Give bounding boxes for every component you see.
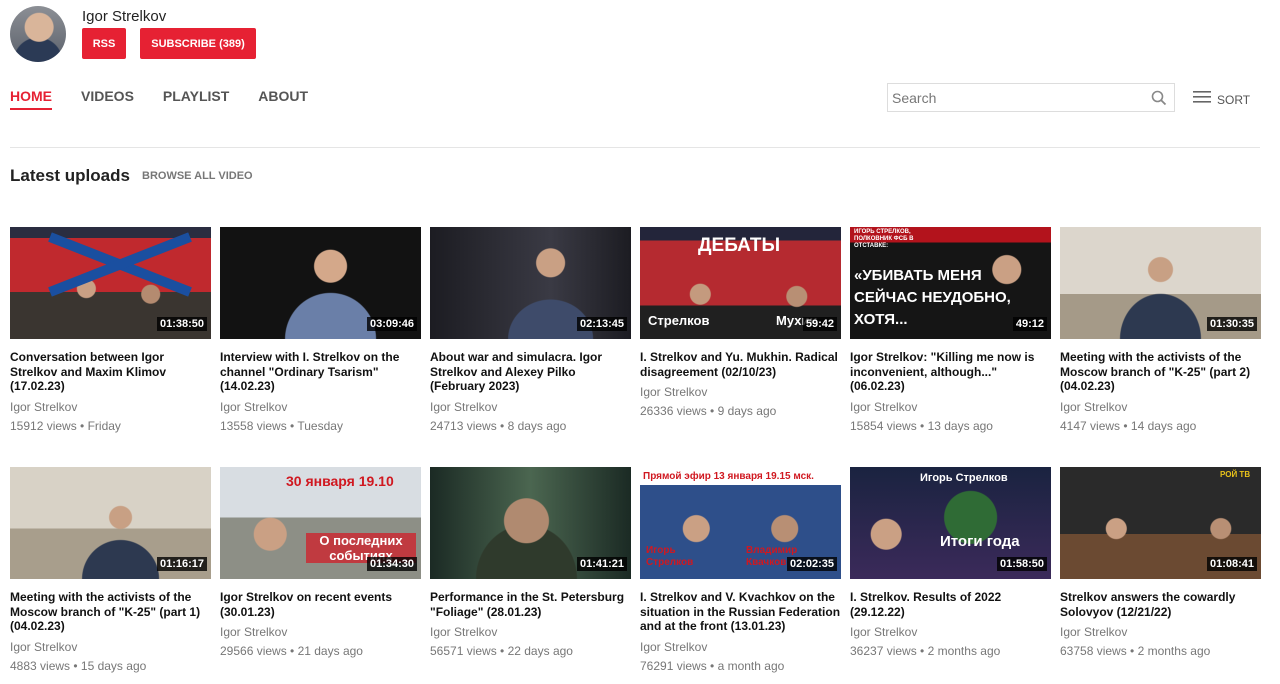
video-title[interactable]: Meeting with the activists of the Moscow… — [10, 590, 211, 634]
thumbnail-overlay-text: Прямой эфир 13 января 19.15 мск. — [643, 471, 814, 482]
channel-nav: HOME VIDEOS PLAYLIST ABOUT — [10, 88, 337, 110]
video-duration: 01:16:17 — [156, 557, 207, 571]
video-duration: 01:58:50 — [996, 557, 1047, 571]
video-meta: 4147 views • 14 days ago — [1060, 418, 1197, 433]
thumbnail-overlay-text: Игорь Стрелков — [646, 545, 694, 568]
video-title[interactable]: I. Strelkov. Results of 2022 (29.12.22) — [850, 590, 1051, 619]
video-title[interactable]: Interview with I. Strelkov on the channe… — [220, 350, 421, 394]
video-author[interactable]: Igor Strelkov — [10, 640, 211, 654]
tab-about[interactable]: ABOUT — [258, 88, 308, 110]
video-duration: 01:34:30 — [366, 557, 417, 571]
video-meta: 56571 views • 22 days ago — [430, 644, 573, 658]
video-card[interactable]: ДЕБАТЫ Стрелков Мухин 59:42 I. Strelkov … — [640, 227, 841, 418]
header-divider — [10, 147, 1260, 148]
sort-button[interactable]: SORT — [1193, 90, 1250, 109]
video-card[interactable]: 01:41:21 Performance in the St. Petersbu… — [430, 467, 631, 658]
tab-videos[interactable]: VIDEOS — [81, 88, 134, 110]
video-card[interactable]: Прямой эфир 13 января 19.15 мск. Игорь С… — [640, 467, 841, 673]
tab-home[interactable]: HOME — [10, 88, 52, 110]
video-duration: 59:42 — [802, 317, 837, 331]
video-title[interactable]: Strelkov answers the cowardly Solovyov (… — [1060, 590, 1261, 619]
video-title[interactable]: About war and simulacra. Igor Strelkov a… — [430, 350, 631, 394]
thumbnail-overlay-text: Игорь Стрелков — [920, 472, 1008, 484]
rss-button[interactable]: RSS — [82, 28, 126, 59]
thumbnail-overlay-text: Стрелков — [648, 313, 710, 328]
search-box — [887, 83, 1175, 112]
video-author[interactable]: Igor Strelkov — [1060, 400, 1261, 414]
channel-avatar[interactable] — [10, 6, 66, 62]
video-card[interactable]: ИГОРЬ СТРЕЛКОВ, ПОЛКОВНИК ФСБ В ОТСТАВКЕ… — [850, 227, 1051, 433]
video-card[interactable]: РОЙ ТВ 01:08:41 Strelkov answers the cow… — [1060, 467, 1261, 658]
video-card[interactable]: 02:13:45 About war and simulacra. Igor S… — [430, 227, 631, 433]
sort-icon — [1193, 90, 1211, 109]
video-meta: 15854 views • 13 days ago — [850, 418, 993, 433]
video-author[interactable]: Igor Strelkov — [430, 400, 631, 414]
section-title: Latest uploads — [10, 166, 130, 185]
video-thumbnail[interactable]: 03:09:46 — [220, 227, 421, 339]
video-thumbnail[interactable]: 01:38:50 — [10, 227, 211, 339]
video-card[interactable]: 03:09:46 Interview with I. Strelkov on t… — [220, 227, 421, 433]
sort-label: SORT — [1217, 92, 1251, 107]
video-author[interactable]: Igor Strelkov — [850, 400, 1051, 414]
search-input[interactable] — [888, 84, 1144, 111]
video-card[interactable]: 01:38:50 Conversation between Igor Strel… — [10, 227, 211, 433]
video-title[interactable]: Performance in the St. Petersburg "Folia… — [430, 590, 631, 619]
video-title[interactable]: Igor Strelkov on recent events (30.01.23… — [220, 590, 421, 619]
video-meta: 29566 views • 21 days ago — [220, 644, 363, 658]
video-thumbnail[interactable]: Прямой эфир 13 января 19.15 мск. Игорь С… — [640, 467, 841, 579]
video-card[interactable]: 30 января 19.10 О последних событиях 01:… — [220, 467, 421, 658]
thumbnail-overlay-text: 30 января 19.10 — [286, 473, 394, 489]
video-meta: 4883 views • 15 days ago — [10, 658, 147, 673]
video-duration: 02:13:45 — [576, 317, 627, 331]
video-duration: 49:12 — [1012, 317, 1047, 331]
video-title[interactable]: I. Strelkov and V. Kvachkov on the situa… — [640, 590, 841, 634]
video-duration: 01:08:41 — [1206, 557, 1257, 571]
video-author[interactable]: Igor Strelkov — [430, 625, 631, 639]
video-thumbnail[interactable]: РОЙ ТВ 01:08:41 — [1060, 467, 1261, 579]
video-thumbnail[interactable]: 01:30:35 — [1060, 227, 1261, 339]
video-meta: 24713 views • 8 days ago — [430, 418, 567, 433]
video-duration: 01:30:35 — [1206, 317, 1257, 331]
video-author[interactable]: Igor Strelkov — [10, 400, 211, 414]
video-thumbnail[interactable]: ИГОРЬ СТРЕЛКОВ, ПОЛКОВНИК ФСБ В ОТСТАВКЕ… — [850, 227, 1051, 339]
video-meta: 15912 views • Friday — [10, 418, 121, 433]
video-author[interactable]: Igor Strelkov — [640, 640, 841, 654]
tab-playlist[interactable]: PLAYLIST — [163, 88, 229, 110]
video-card[interactable]: Игорь Стрелков Итоги года 01:58:50 I. St… — [850, 467, 1051, 658]
video-author[interactable]: Igor Strelkov — [220, 625, 421, 639]
video-thumbnail[interactable]: ДЕБАТЫ Стрелков Мухин 59:42 — [640, 227, 841, 339]
thumbnail-overlay-text: ИГОРЬ СТРЕЛКОВ, ПОЛКОВНИК ФСБ В ОТСТАВКЕ… — [854, 229, 914, 249]
video-card[interactable]: 01:30:35 Meeting with the activists of t… — [1060, 227, 1261, 433]
thumbnail-overlay-text: РОЙ ТВ — [1220, 470, 1251, 479]
video-duration: 02:02:35 — [786, 557, 837, 571]
thumbnail-overlay-text: ДЕБАТЫ — [698, 235, 781, 256]
video-duration: 01:41:21 — [576, 557, 627, 571]
video-thumbnail[interactable]: 01:16:17 — [10, 467, 211, 579]
video-thumbnail[interactable]: 30 января 19.10 О последних событиях 01:… — [220, 467, 421, 579]
video-meta: 13558 views • Tuesday — [220, 418, 343, 433]
video-meta: 76291 views • a month ago — [640, 658, 785, 673]
video-meta: 36237 views • 2 months ago — [850, 644, 1001, 658]
video-duration: 01:38:50 — [156, 317, 207, 331]
video-title[interactable]: Conversation between Igor Strelkov and M… — [10, 350, 211, 394]
video-author[interactable]: Igor Strelkov — [220, 400, 421, 414]
video-author[interactable]: Igor Strelkov — [850, 625, 1051, 639]
video-thumbnail[interactable]: 02:13:45 — [430, 227, 631, 339]
subscribe-button[interactable]: SUBSCRIBE (389) — [140, 28, 256, 59]
video-title[interactable]: Meeting with the activists of the Moscow… — [1060, 350, 1261, 394]
video-meta: 63758 views • 2 months ago — [1060, 644, 1211, 658]
video-thumbnail[interactable]: 01:41:21 — [430, 467, 631, 579]
video-title[interactable]: I. Strelkov and Yu. Mukhin. Radical disa… — [640, 350, 841, 379]
browse-all-link[interactable]: BROWSE ALL VIDEO — [142, 170, 253, 182]
video-thumbnail[interactable]: Игорь Стрелков Итоги года 01:58:50 — [850, 467, 1051, 579]
search-icon[interactable] — [1144, 84, 1174, 111]
video-duration: 03:09:46 — [366, 317, 417, 331]
video-meta: 26336 views • 9 days ago — [640, 404, 777, 418]
video-author[interactable]: Igor Strelkov — [640, 385, 841, 399]
channel-name[interactable]: Igor Strelkov — [82, 8, 166, 25]
video-title[interactable]: Igor Strelkov: "Killing me now is inconv… — [850, 350, 1051, 394]
video-card[interactable]: 01:16:17 Meeting with the activists of t… — [10, 467, 211, 673]
thumbnail-overlay-text: Итоги года — [940, 533, 1020, 550]
video-author[interactable]: Igor Strelkov — [1060, 625, 1261, 639]
